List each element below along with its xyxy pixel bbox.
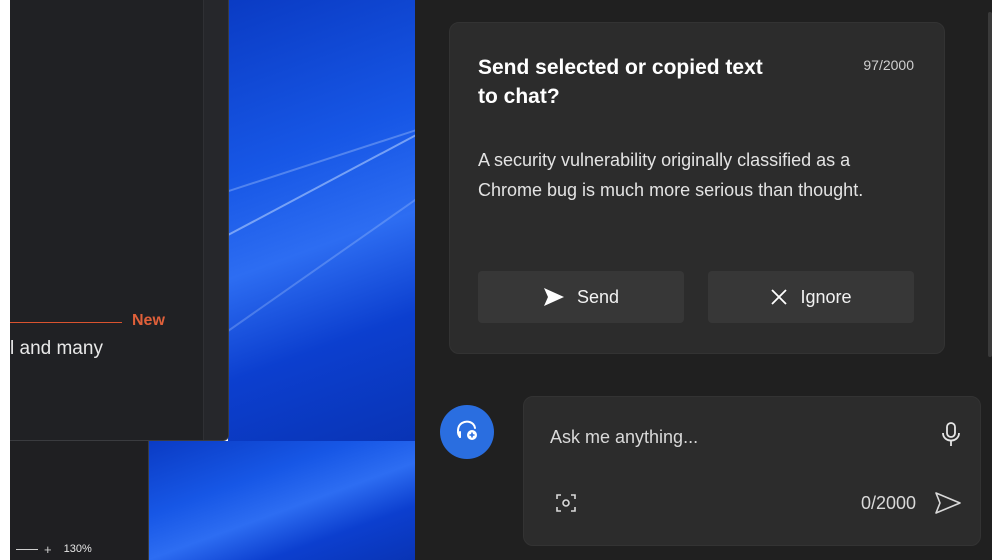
zoom-in-button[interactable]: + [44,542,52,557]
chat-input-box[interactable]: Ask me anything... 0/2000 [523,396,981,546]
prompt-char-count: 97/2000 [863,57,914,73]
new-divider-line [10,322,122,323]
chat-input-char-count: 0/2000 [860,493,916,513]
send-icon [543,287,565,307]
desktop-wallpaper-lower [148,441,415,560]
send-text-prompt-card: Send selected or copied text to chat? 97… [449,22,945,354]
window-scroll-strip[interactable] [203,0,228,440]
send-button[interactable]: Send [478,271,684,323]
send-button-label: Send [576,286,620,307]
send-arrow-icon[interactable] [934,491,962,520]
screenshot-icon[interactable] [554,491,578,520]
ignore-button[interactable]: Ignore [708,271,914,323]
panel-scrollbar[interactable] [988,12,992,357]
zoom-slider[interactable] [16,548,38,550]
document-window: New l and many [10,0,229,441]
zoom-level: 130% [63,543,92,555]
prompt-text: A security vulnerability originally clas… [478,150,864,200]
document-text: l and many [10,338,103,359]
chat-input-placeholder[interactable]: Ask me anything... [550,427,698,448]
microphone-icon[interactable] [940,421,962,454]
new-label: New [132,312,165,329]
prompt-title: Send selected or copied text to chat? [478,56,763,108]
copilot-new-topic-icon [454,417,480,448]
zoom-bar: + 130% [10,538,148,560]
close-icon [770,288,788,306]
copilot-new-topic-button[interactable] [440,405,494,459]
copilot-panel: Send selected or copied text to chat? 97… [415,0,992,560]
ignore-button-label: Ignore [800,286,852,307]
desktop-wallpaper [228,0,415,441]
